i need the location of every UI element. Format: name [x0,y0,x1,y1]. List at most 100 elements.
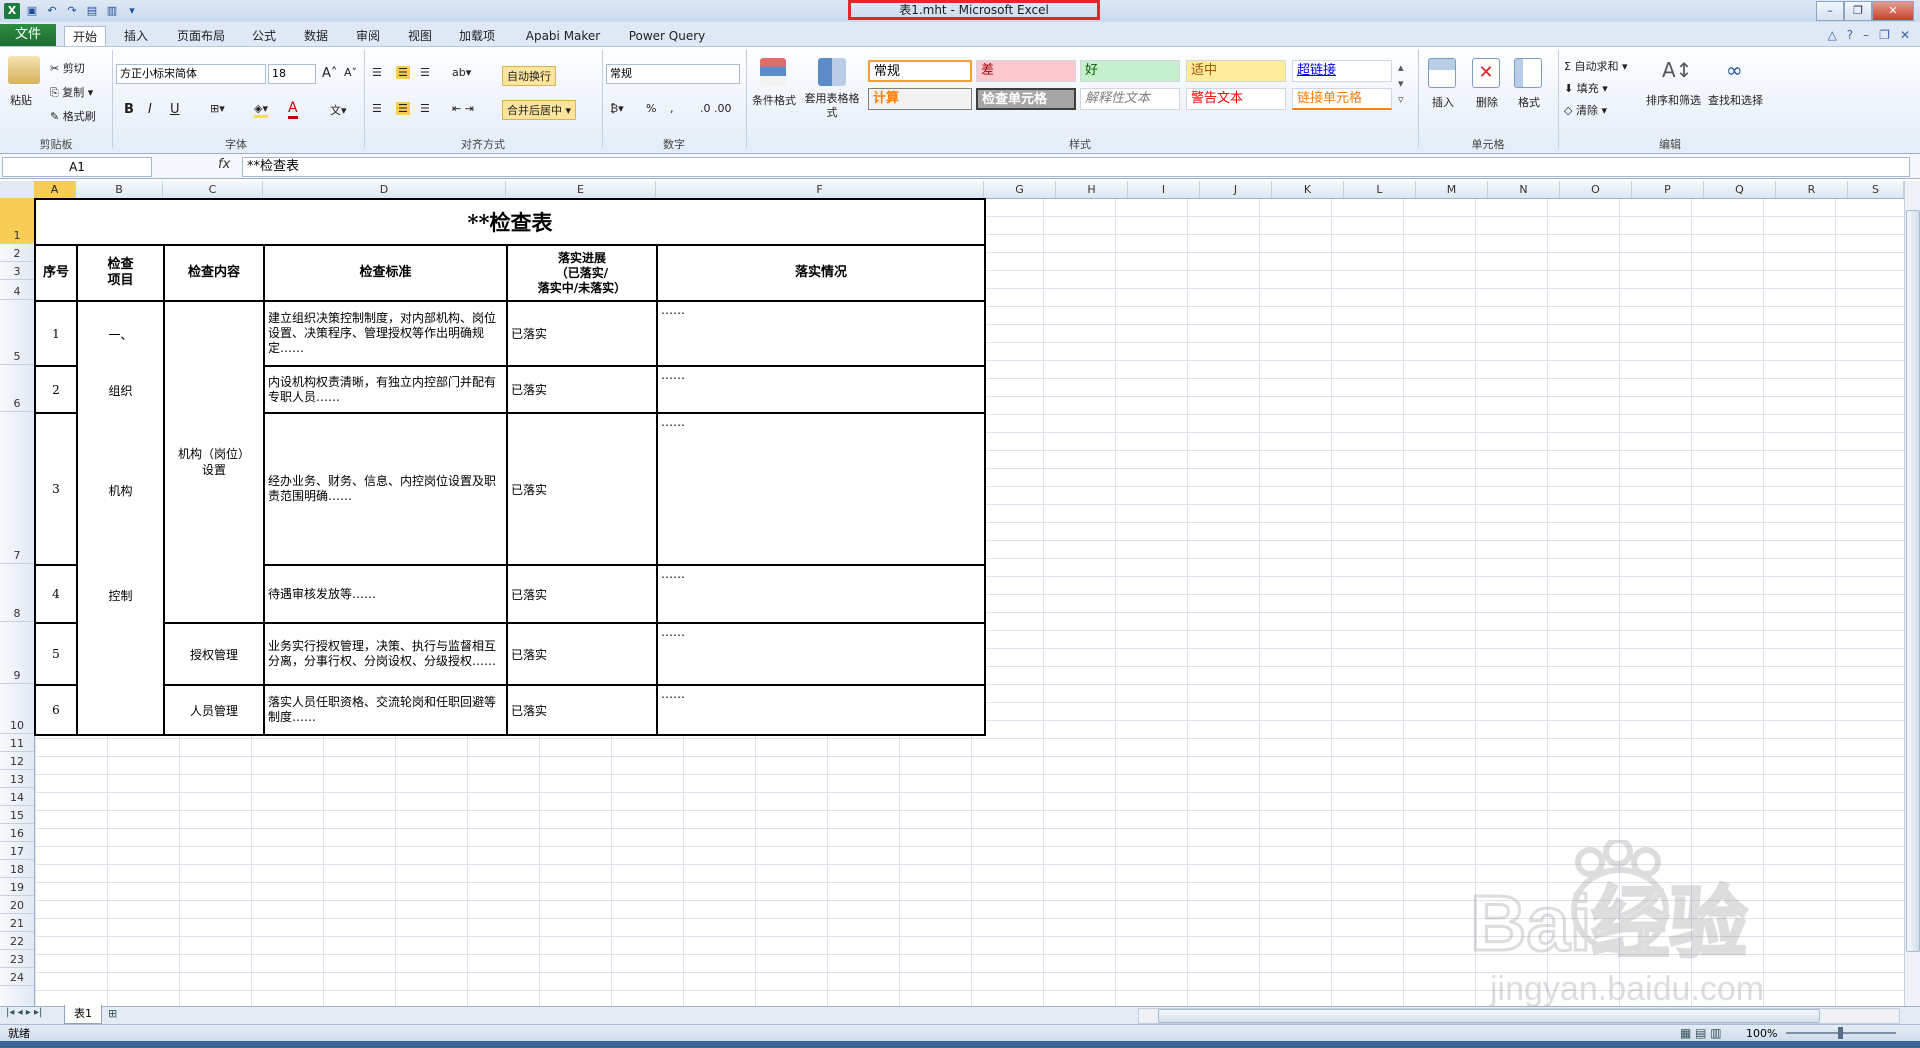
tab-addins[interactable]: 加载项 [452,26,502,46]
paste-button[interactable]: 粘贴 [10,92,32,108]
align-left-icon[interactable]: ☰ [372,102,382,115]
content-staff[interactable]: 人员管理 [163,684,265,736]
zoom-slider-thumb[interactable] [1838,1027,1843,1039]
help-icon[interactable]: ? [1847,28,1853,42]
row-progress[interactable]: 已落实 [506,412,658,566]
autosum-button[interactable]: Σ 自动求和 ▾ [1564,58,1627,74]
column-header-k[interactable]: K [1272,181,1344,198]
workbook-minimize-icon[interactable]: – [1863,28,1869,42]
style-calculation[interactable]: 计算 [868,88,972,110]
fill-button[interactable]: ⬇ 填充 ▾ [1564,80,1608,96]
tab-home[interactable]: 开始 [64,26,106,47]
comma-button[interactable]: , [670,102,674,115]
row-header-10[interactable]: 10 [0,684,34,734]
font-size-select[interactable]: 18 [268,64,316,84]
style-good[interactable]: 好 [1080,60,1180,82]
find-select-button[interactable]: 查找和选择 [1708,92,1763,108]
excel-app-icon[interactable]: X [4,3,20,19]
style-bad[interactable]: 差 [976,60,1076,82]
decimal-icons[interactable]: .0 .00 [700,102,732,115]
header-standard[interactable]: 检查标准 [263,244,508,302]
name-box[interactable]: A1 [2,157,152,177]
tab-page-layout[interactable]: 页面布局 [170,26,232,46]
column-header-a[interactable]: A [34,181,76,198]
table-format-icon[interactable] [818,58,846,86]
grow-font-icon[interactable]: A˄ [322,66,337,81]
restore-button[interactable]: ❐ [1844,1,1872,21]
conditional-format-icon[interactable] [760,58,786,86]
percent-button[interactable]: % [646,102,656,115]
column-header-e[interactable]: E [506,181,656,198]
row-header-15[interactable]: 15 [0,806,34,824]
open-icon[interactable]: ▥ [104,3,120,19]
row-header-22[interactable]: 22 [0,932,34,950]
column-header-j[interactable]: J [1200,181,1272,198]
tab-file[interactable]: 文件 [0,24,56,46]
style-warning[interactable]: 警告文本 [1186,88,1286,110]
save-icon[interactable]: ▣ [24,3,40,19]
row-header-13[interactable]: 13 [0,770,34,788]
align-bottom-icon[interactable]: ☰ [420,66,430,79]
tab-insert[interactable]: 插入 [116,26,156,46]
close-button[interactable]: ✕ [1872,1,1914,21]
sheet-tab[interactable]: 表1 [64,1005,102,1024]
row-header-11[interactable]: 11 [0,734,34,752]
row-seq[interactable]: 4 [34,564,78,624]
row-header-3[interactable]: 3 [0,262,34,280]
copy-button[interactable]: ⎘ 复制 ▾ [50,84,93,100]
header-status[interactable]: 落实情况 [656,244,986,302]
sheet-nav-icons[interactable]: |◂ ◂ ▸ ▸| [6,1007,42,1018]
column-header-f[interactable]: F [656,181,984,198]
table-title[interactable]: **检查表 [34,198,986,246]
style-neutral[interactable]: 适中 [1186,60,1286,82]
horizontal-scroll-thumb[interactable] [1158,1009,1820,1023]
row-header-4[interactable]: 4 [0,280,34,300]
paste-icon[interactable] [8,56,40,84]
tab-review[interactable]: 审阅 [348,26,388,46]
font-color-icon[interactable]: A [288,100,298,119]
row-header-24[interactable]: 24 [0,968,34,986]
format-cells-icon[interactable] [1514,58,1542,88]
row-header-14[interactable]: 14 [0,788,34,806]
row-header-16[interactable]: 16 [0,824,34,842]
shrink-font-icon[interactable]: A˅ [344,66,357,79]
header-seq[interactable]: 序号 [34,244,78,302]
style-hyperlink[interactable]: 超链接 [1292,60,1392,82]
insert-sheet-icon[interactable]: ⊞ [108,1007,117,1020]
tab-view[interactable]: 视图 [400,26,440,46]
conditional-format-button[interactable]: 条件格式 [752,92,796,108]
row-progress[interactable]: 已落实 [506,564,658,624]
tab-power-query[interactable]: Power Query [622,26,712,46]
row-seq[interactable]: 6 [34,684,78,736]
column-header-h[interactable]: H [1056,181,1128,198]
delete-cells-button[interactable]: 删除 [1476,94,1498,110]
row-standard[interactable]: 待遇审核发放等…… [263,564,508,624]
format-cells-button[interactable]: 格式 [1518,94,1540,110]
undo-icon[interactable]: ↶ [44,3,60,19]
column-header-m[interactable]: M [1416,181,1488,198]
row-status[interactable]: …… [656,412,986,566]
row-progress[interactable]: 已落实 [506,365,658,414]
tab-data[interactable]: 数据 [296,26,336,46]
print-preview-icon[interactable]: ▤ [84,3,100,19]
cut-button[interactable]: ✂ 剪切 [50,60,85,76]
row-header-17[interactable]: 17 [0,842,34,860]
underline-button[interactable]: U [170,102,180,117]
row-header-7[interactable]: 7 [0,412,34,564]
header-content[interactable]: 检查内容 [163,244,265,302]
column-header-l[interactable]: L [1344,181,1416,198]
indent-icons[interactable]: ⇤ ⇥ [452,102,474,115]
column-header-r[interactable]: R [1776,181,1848,198]
row-seq[interactable]: 5 [34,622,78,686]
column-header-i[interactable]: I [1128,181,1200,198]
formula-input[interactable]: **检查表 [242,157,1910,177]
borders-icon[interactable]: ⊞▾ [210,102,225,115]
clear-button[interactable]: ◇ 清除 ▾ [1564,102,1607,118]
delete-cells-icon[interactable]: ✕ [1472,58,1500,88]
row-seq[interactable]: 3 [34,412,78,566]
content-auth[interactable]: 授权管理 [163,622,265,686]
view-mode-icons[interactable]: ▦ ▤ ▥ [1680,1025,1722,1042]
binoculars-icon[interactable]: ∞ [1726,58,1743,82]
row-header-1[interactable]: 1 [0,198,34,244]
format-painter-button[interactable]: ✎ 格式刷 [50,108,96,124]
